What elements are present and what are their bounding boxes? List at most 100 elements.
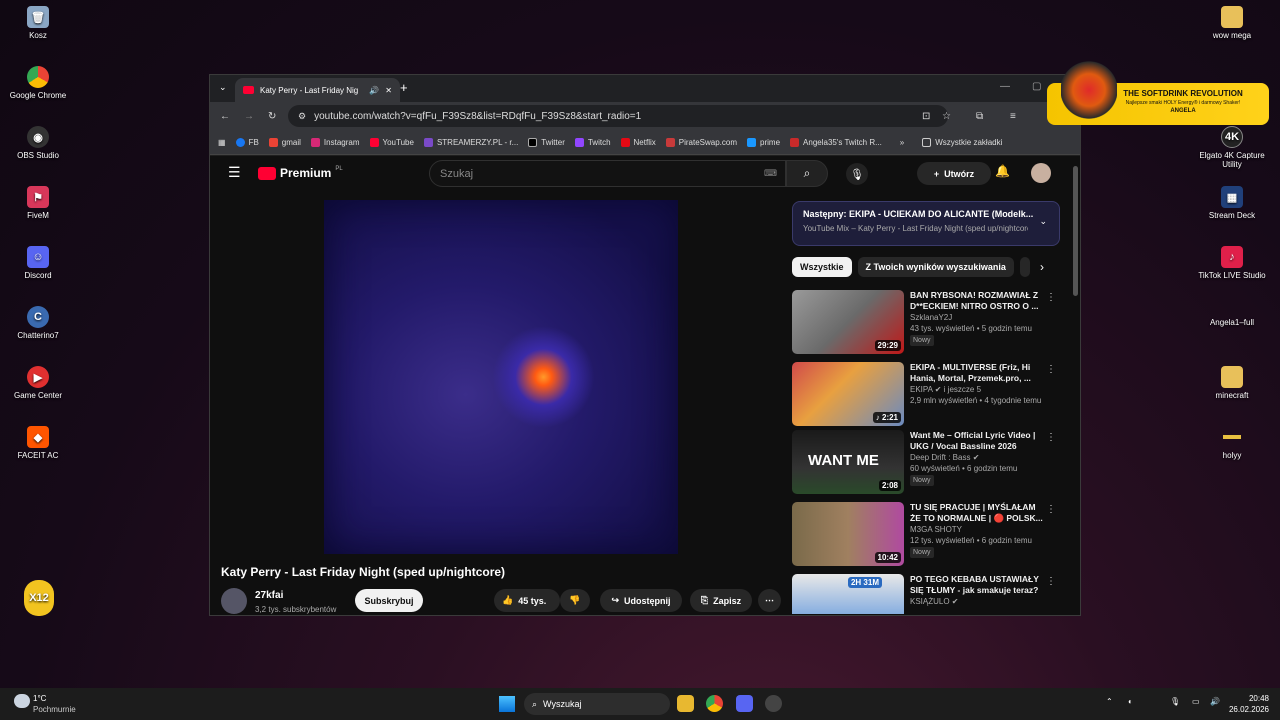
bookmark-netflix[interactable]: Netflix <box>620 137 656 147</box>
list-item[interactable]: 29:29 BAN RYBSONA! ROZMAWIAŁ Z D**ECKIEM! … <box>792 290 1056 354</box>
chip-more[interactable] <box>1019 257 1030 277</box>
more-options-icon[interactable]: ⋮ <box>1046 432 1056 443</box>
discord-taskbar-icon[interactable] <box>736 695 753 712</box>
new-tab-icon[interactable]: + <box>400 80 408 95</box>
list-item[interactable]: 2H 31M PO TEGO KEBABA USTAWIAŁY SIĘ TŁUMY … <box>792 574 1052 614</box>
media-icon[interactable]: ≡ <box>1010 111 1016 122</box>
bookmark-angela-twitch[interactable]: Angela35's Twitch R... <box>790 137 882 147</box>
chevron-right-icon[interactable]: › <box>1040 260 1044 274</box>
search-button[interactable]: ⌕ <box>786 160 828 187</box>
tray-network-icon[interactable]: ▭ <box>1192 697 1200 706</box>
video-thumbnail: 2H 31M <box>792 574 904 614</box>
chatterino-icon[interactable]: C Chatterino7 <box>0 306 76 340</box>
mic-icon[interactable]: 🎙 <box>846 163 868 185</box>
youtube-logo[interactable]: Premium PL <box>258 166 343 180</box>
bell-icon[interactable]: 🔔 <box>995 164 1010 178</box>
create-button[interactable]: + Utwórz <box>917 162 991 185</box>
bookmark-fb[interactable]: FB <box>235 137 259 147</box>
discord-icon[interactable]: ☺ Discord <box>0 246 76 280</box>
stream-deck-icon[interactable]: ▦ Stream Deck <box>1194 186 1270 220</box>
tab-youtube[interactable]: Katy Perry - Last Friday Nig 🔊 ✕ <box>235 78 400 102</box>
tab-search-icon[interactable]: ⌄ <box>219 82 227 93</box>
list-item[interactable]: WANT ME 2:08 Want Me – Official Lyric Vide… <box>792 430 1056 494</box>
bookmark-instagram[interactable]: Instagram <box>310 137 360 147</box>
site-info-icon[interactable]: ⚙ <box>298 111 306 122</box>
star-icon[interactable]: ☆ <box>942 111 951 122</box>
duck-icon[interactable]: X12 <box>1 580 77 619</box>
file-explorer-icon[interactable] <box>677 695 694 712</box>
save-button[interactable]: ⎘ Zapisz <box>690 589 752 612</box>
tray-discord-icon[interactable]: ◐ <box>1128 697 1133 706</box>
bookmark-icon: ⎘ <box>700 595 709 605</box>
more-options-icon[interactable]: ⋮ <box>1046 364 1056 375</box>
chrome-icon[interactable]: Google Chrome <box>0 66 76 100</box>
folder-icon[interactable]: wow mega <box>1194 6 1270 40</box>
channel-avatar[interactable] <box>221 588 247 614</box>
minimize-icon[interactable]: — <box>1000 81 1010 92</box>
like-button[interactable]: 👍 45 tys. <box>494 589 560 612</box>
bookmarks-bar: ▦ FB gmail Instagram YouTube STREAMERZY.… <box>210 130 1080 155</box>
chip-from-search[interactable]: Z Twoich wyników wyszukiwania <box>857 257 1014 277</box>
avatar[interactable] <box>1031 163 1051 183</box>
chevron-down-icon[interactable]: ⌄ <box>1039 216 1047 227</box>
subscriber-count: 3,2 tys. subskrybentów <box>255 605 337 614</box>
more-bookmarks-icon[interactable]: » <box>900 138 904 147</box>
apps-grid-icon[interactable]: ▦ <box>218 138 226 147</box>
chrome-taskbar-icon[interactable] <box>706 695 723 712</box>
file-icon[interactable]: Angela1–full <box>1194 318 1270 327</box>
tiktok-icon[interactable]: ♪ TikTok LIVE Studio <box>1194 246 1270 280</box>
more-options-icon[interactable]: ⋮ <box>1046 292 1056 303</box>
tray-chevron-icon[interactable]: ⌃ <box>1106 697 1113 706</box>
channel-name[interactable]: 27kfai <box>255 590 283 601</box>
obs-taskbar-icon[interactable] <box>765 695 782 712</box>
chip-all[interactable]: Wszystkie <box>792 257 852 277</box>
youtube-header: ☰ Premium PL Szukaj ⌨ ⌕ 🎙 + Utwórz 🔔 <box>210 156 1080 192</box>
tray-volume-icon[interactable]: 🔊 <box>1210 697 1220 706</box>
maximize-icon[interactable]: ▢ <box>1032 81 1041 92</box>
forward-icon[interactable]: → <box>244 111 254 122</box>
more-options-icon[interactable]: ⋮ <box>1046 576 1052 587</box>
next-up-panel[interactable]: Następny: EKIPA - UCIEKAM DO ALICANTE (M… <box>792 201 1060 246</box>
bookmark-gmail[interactable]: gmail <box>268 137 301 147</box>
more-actions-button[interactable]: ⋯ <box>758 589 781 612</box>
bookmark-pirateswap[interactable]: PirateSwap.com <box>665 137 737 147</box>
elgato-icon[interactable]: 4K Elgato 4K Capture Utility <box>1194 126 1270 169</box>
bookmark-twitter[interactable]: Twitter <box>528 137 565 147</box>
url-field[interactable]: ⚙ youtube.com/watch?v=qfFu_F39Sz8&list=R… <box>288 105 948 127</box>
weather-icon[interactable] <box>14 694 30 708</box>
recycle-bin-icon[interactable]: 🗑 Kosz <box>0 6 76 40</box>
taskbar: 1°C Pochmurnie ⌕ Wyszukaj ⌃ ◐ 🎙 ▭ 🔊 20:48… <box>0 688 1280 720</box>
dislike-button[interactable]: 👎 <box>560 589 590 612</box>
game-center-icon[interactable]: ▶ Game Center <box>0 366 76 400</box>
obs-icon[interactable]: ◉ OBS Studio <box>0 126 76 160</box>
keyboard-icon[interactable]: ⌨ <box>764 168 777 179</box>
extensions-icon[interactable]: ⧉ <box>976 111 983 122</box>
bookmark-prime[interactable]: prime <box>747 137 780 147</box>
search-icon: ⌕ <box>803 166 811 180</box>
list-item[interactable]: ♪ 2:21 EKIPA - MULTIVERSE (Friz, Hi Hania,… <box>792 362 1056 426</box>
menu-icon[interactable]: ☰ <box>228 164 241 181</box>
taskbar-search[interactable]: ⌕ Wyszukaj <box>524 693 670 715</box>
fivem-icon[interactable]: ⚑ FiveM <box>0 186 76 220</box>
search-input[interactable]: Szukaj ⌨ <box>429 160 786 187</box>
close-tab-icon[interactable]: ✕ <box>385 86 392 95</box>
reload-icon[interactable]: ↻ <box>268 111 276 122</box>
bookmark-twitch[interactable]: Twitch <box>574 137 611 147</box>
share-button[interactable]: ↪ Udostępnij <box>600 589 682 612</box>
cast-icon[interactable]: ⊡ <box>922 111 930 122</box>
holyy-icon[interactable]: holyy <box>1194 426 1270 460</box>
tray-mic-icon[interactable]: 🎙 <box>1170 697 1180 706</box>
list-item[interactable]: 10:42 TU SIĘ PRACUJE | MYŚLAŁAM ŻE TO NORM… <box>792 502 1056 566</box>
start-icon[interactable] <box>499 696 515 712</box>
bookmark-youtube[interactable]: YouTube <box>369 137 414 147</box>
faceit-icon[interactable]: ◆ FACEIT AC <box>0 426 76 460</box>
minecraft-folder-icon[interactable]: minecraft <box>1194 366 1270 400</box>
bookmark-streamerzy[interactable]: STREAMERZY.PL - r... <box>423 137 518 147</box>
video-player[interactable] <box>324 200 678 554</box>
subscribe-button[interactable]: Subskrybuj <box>355 589 423 612</box>
youtube-favicon-icon <box>243 86 254 94</box>
all-bookmarks[interactable]: Wszystkie zakładki <box>922 137 1002 147</box>
more-options-icon[interactable]: ⋮ <box>1046 504 1056 515</box>
scrollbar[interactable] <box>1073 166 1078 296</box>
back-icon[interactable]: ← <box>220 111 230 122</box>
